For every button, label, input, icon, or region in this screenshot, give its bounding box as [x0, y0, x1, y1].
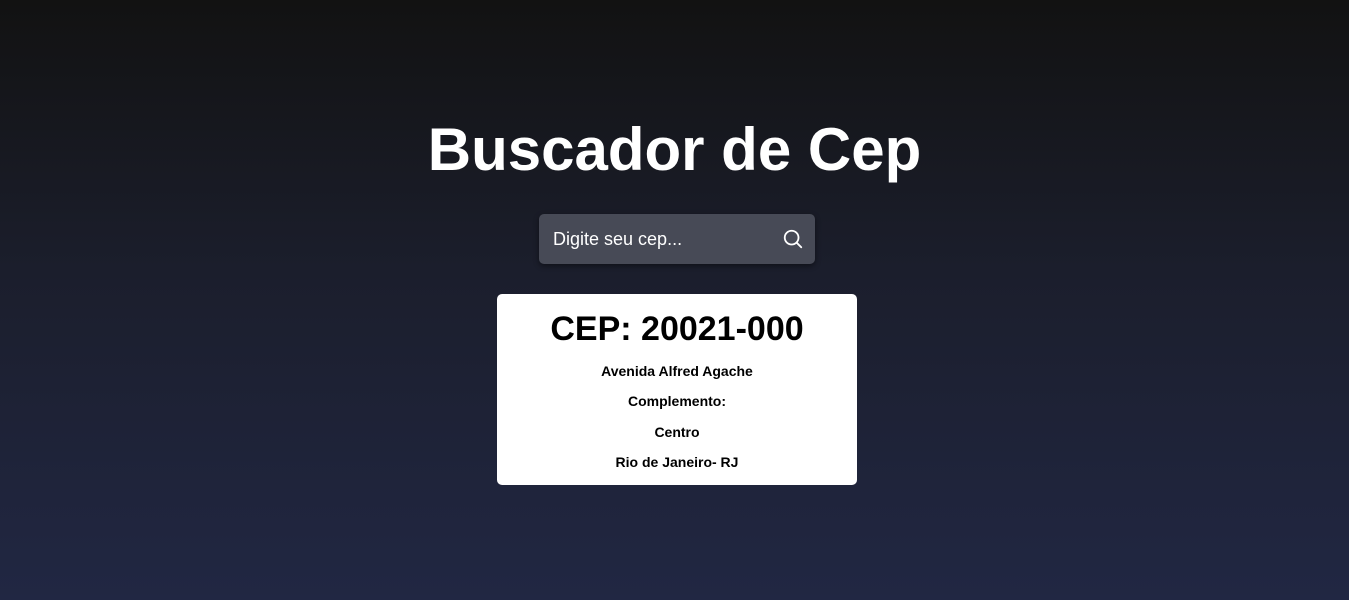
search-icon	[783, 229, 803, 249]
cep-search-input[interactable]	[539, 214, 769, 264]
cep-heading: CEP: 20021-000	[550, 310, 804, 348]
page-title: Buscador de Cep	[427, 116, 922, 183]
city-state-text: Rio de Janeiro- RJ	[615, 454, 739, 470]
neighborhood-text: Centro	[654, 424, 700, 440]
cep-result-card: CEP: 20021-000 Avenida Alfred Agache Com…	[497, 294, 857, 485]
street-text: Avenida Alfred Agache	[601, 363, 753, 379]
search-button[interactable]	[771, 214, 815, 264]
search-container	[539, 214, 815, 264]
complement-text: Complemento:	[628, 393, 726, 409]
